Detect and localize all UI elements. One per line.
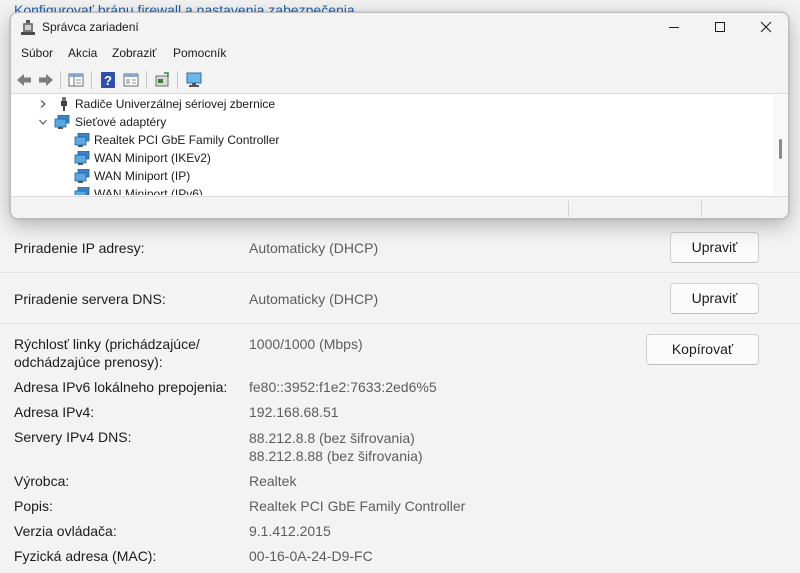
network-adapter-icon bbox=[74, 133, 90, 147]
device-manager-app-icon bbox=[21, 20, 35, 35]
title-bar[interactable]: Správca zariadení bbox=[11, 13, 788, 43]
network-adapter-icon bbox=[74, 187, 90, 195]
link-speed-label: Rýchlosť linky (prichádzajúce/ bbox=[14, 336, 200, 352]
tree-item-label: WAN Miniport (IKEv2) bbox=[94, 151, 211, 165]
tree-item-label: Radiče Univerzálnej sériovej zbernice bbox=[75, 97, 276, 111]
vertical-scrollbar[interactable] bbox=[773, 95, 788, 195]
toolbar-separator bbox=[60, 71, 61, 89]
chevron-down-icon[interactable] bbox=[38, 117, 48, 127]
toolbar-separator bbox=[146, 71, 147, 89]
network-adapter-icon bbox=[54, 115, 70, 129]
toolbar-separator bbox=[177, 71, 178, 89]
ip-assignment-value: Automaticky (DHCP) bbox=[249, 240, 379, 256]
update-driver-icon[interactable] bbox=[153, 71, 171, 89]
ipv4-dns-value-2: 88.212.8.88 (bez šifrovania) bbox=[249, 448, 423, 464]
driver-version-label: Verzia ovládača: bbox=[14, 523, 117, 539]
network-adapter-icon bbox=[74, 151, 90, 165]
menu-file[interactable]: Súbor bbox=[21, 46, 53, 60]
copy-properties-button[interactable]: Kopírovať bbox=[646, 334, 759, 365]
ipv6-local-value: fe80::3952:f1e2:7633:2ed6%5 bbox=[249, 379, 437, 395]
status-bar-divider bbox=[701, 201, 702, 217]
ipv4-label: Adresa IPv4: bbox=[14, 404, 95, 420]
minimize-icon bbox=[669, 27, 679, 28]
tree-item-label: WAN Miniport (IPv6) bbox=[94, 187, 203, 195]
window-title: Správca zariadení bbox=[42, 20, 139, 34]
tree-item-label: WAN Miniport (IP) bbox=[94, 169, 191, 183]
manufacturer-value: Realtek bbox=[249, 473, 297, 489]
description-value: Realtek PCI GbE Family Controller bbox=[249, 498, 466, 514]
chevron-right-icon[interactable] bbox=[38, 99, 48, 109]
show-hide-console-tree-icon[interactable] bbox=[67, 71, 85, 89]
tree-item-usb-controllers[interactable]: Radiče Univerzálnej sériovej zbernice bbox=[13, 95, 413, 113]
dns-assignment-label: Priradenie servera DNS: bbox=[14, 291, 166, 307]
tree-item-label: Sieťové adaptéry bbox=[75, 115, 167, 129]
menu-view[interactable]: Zobraziť bbox=[112, 46, 157, 60]
status-bar-divider bbox=[568, 201, 569, 217]
description-label: Popis: bbox=[14, 498, 53, 514]
edit-dns-assignment-button[interactable]: Upraviť bbox=[670, 283, 759, 314]
link-speed-value: 1000/1000 (Mbps) bbox=[249, 336, 363, 352]
help-icon[interactable]: ? bbox=[99, 71, 117, 89]
dns-assignment-value: Automaticky (DHCP) bbox=[249, 291, 379, 307]
tree-item-wan-ipv6[interactable]: WAN Miniport (IPv6) bbox=[13, 185, 413, 195]
toolbar: ? bbox=[11, 65, 788, 94]
close-button[interactable] bbox=[743, 13, 788, 43]
ipv6-local-label: Adresa IPv6 lokálneho prepojenia: bbox=[14, 379, 228, 395]
maximize-button[interactable] bbox=[697, 13, 743, 43]
forward-arrow-icon[interactable] bbox=[37, 71, 55, 89]
mac-address-label: Fyzická adresa (MAC): bbox=[14, 548, 157, 564]
close-icon bbox=[760, 21, 772, 33]
svg-text:?: ? bbox=[104, 73, 112, 88]
tree-item-wan-ip[interactable]: WAN Miniport (IP) bbox=[13, 167, 413, 185]
back-arrow-icon[interactable] bbox=[15, 71, 33, 89]
usb-plug-icon bbox=[61, 97, 67, 111]
tree-item-label: Realtek PCI GbE Family Controller bbox=[94, 133, 280, 147]
network-adapter-icon bbox=[74, 169, 90, 183]
ipv4-dns-label: Servery IPv4 DNS: bbox=[14, 429, 132, 445]
row-divider bbox=[0, 323, 800, 324]
device-manager-window: Správca zariadení Súbor Akcia Zobraziť P… bbox=[10, 12, 789, 219]
scan-hardware-icon[interactable] bbox=[185, 71, 203, 89]
ipv4-value: 192.168.68.51 bbox=[249, 404, 339, 420]
device-tree: Radiče Univerzálnej sériovej zbernice Si… bbox=[13, 95, 773, 195]
status-bar bbox=[11, 196, 788, 218]
ipv4-dns-value-1: 88.212.8.8 (bez šifrovania) bbox=[249, 430, 415, 446]
toolbar-separator bbox=[91, 71, 92, 89]
row-divider bbox=[0, 272, 800, 273]
properties-icon[interactable] bbox=[122, 71, 140, 89]
ip-assignment-label: Priradenie IP adresy: bbox=[14, 240, 145, 256]
tree-item-realtek-adapter[interactable]: Realtek PCI GbE Family Controller bbox=[13, 131, 413, 149]
maximize-icon bbox=[715, 22, 725, 32]
adapter-properties-panel: Priradenie IP adresy: Automaticky (DHCP)… bbox=[0, 222, 800, 573]
mac-address-value: 00-16-0A-24-D9-FC bbox=[249, 548, 373, 564]
manufacturer-label: Výrobca: bbox=[14, 473, 70, 489]
link-speed-label-line2: odchádzajúce prenosy): bbox=[14, 354, 163, 370]
tree-item-network-adapters[interactable]: Sieťové adaptéry bbox=[13, 113, 413, 131]
tree-item-wan-ikev2[interactable]: WAN Miniport (IKEv2) bbox=[13, 149, 413, 167]
menu-help[interactable]: Pomocník bbox=[173, 46, 226, 60]
menu-action[interactable]: Akcia bbox=[68, 46, 97, 60]
minimize-button[interactable] bbox=[651, 13, 697, 43]
scrollbar-thumb[interactable] bbox=[779, 139, 782, 159]
driver-version-value: 9.1.412.2015 bbox=[249, 523, 331, 539]
menu-bar: Súbor Akcia Zobraziť Pomocník bbox=[11, 43, 788, 65]
edit-ip-assignment-button[interactable]: Upraviť bbox=[670, 232, 759, 263]
